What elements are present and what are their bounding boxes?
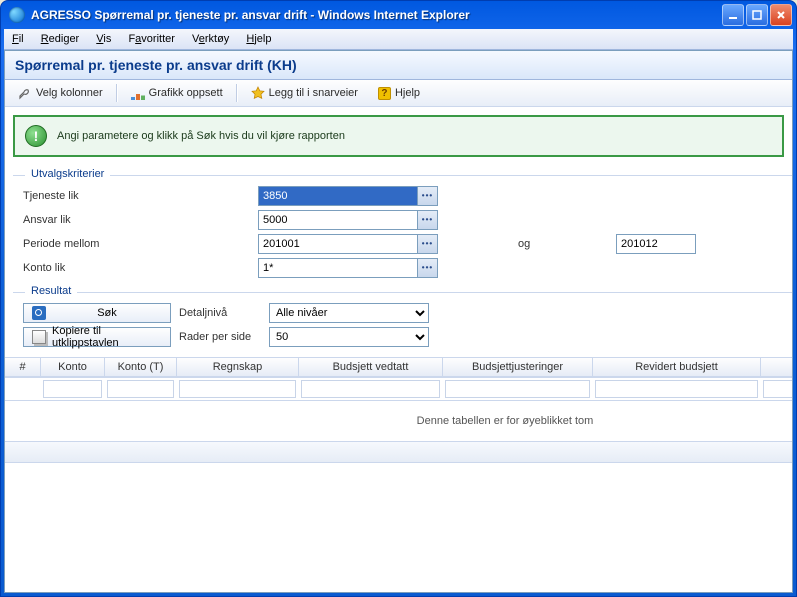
filter-forbruk[interactable]	[763, 380, 792, 398]
add-shortcut-label: Legg til i snarveier	[269, 87, 358, 99]
maximize-button[interactable]	[746, 4, 768, 26]
menu-favoritter[interactable]: Favoritter	[128, 33, 174, 45]
minimize-button[interactable]	[722, 4, 744, 26]
konto-label: Konto lik	[23, 262, 258, 274]
ellipsis-icon: •••	[422, 193, 433, 199]
menubar: Fil Rediger Vis Favoritter Verktøy Hjelp	[4, 29, 793, 50]
choose-columns-button[interactable]: Velg kolonner	[11, 83, 110, 103]
result-fieldset: Resultat Søk Detaljnivå Alle nivåer	[13, 292, 792, 349]
ellipsis-icon: •••	[422, 217, 433, 223]
wrench-icon	[18, 86, 32, 100]
column-budsjett-vedtatt[interactable]: Budsjett vedtatt	[299, 358, 443, 376]
periode-label: Periode mellom	[23, 238, 258, 250]
grid-footer: Agress	[5, 441, 792, 463]
filter-revidert-budsjett[interactable]	[595, 380, 758, 398]
grid-header: # Konto Konto (T) Regnskap Budsjett vedt…	[5, 357, 792, 377]
periode-to-input[interactable]	[616, 234, 696, 254]
column-regnskap[interactable]: Regnskap	[177, 358, 299, 376]
search-button-label: Søk	[52, 307, 162, 319]
result-row-2: Kopiere til utklippstavlen Rader per sid…	[13, 325, 792, 349]
page-title: Spørremal pr. tjeneste pr. ansvar drift …	[5, 51, 792, 80]
close-button[interactable]	[770, 4, 792, 26]
column-budsjettjusteringer[interactable]: Budsjettjusteringer	[443, 358, 593, 376]
result-grid: # Konto Konto (T) Regnskap Budsjett vedt…	[5, 357, 792, 463]
choose-columns-label: Velg kolonner	[36, 87, 103, 99]
info-text: Angi parametere og klikk på Søk hvis du …	[57, 130, 345, 142]
toolbar-separator	[116, 84, 118, 102]
og-label: og	[438, 238, 616, 250]
chart-icon	[131, 86, 145, 100]
column-konto-t[interactable]: Konto (T)	[105, 358, 177, 376]
help-icon: ?	[378, 87, 391, 100]
grid-empty-text: Denne tabellen er for øyeblikket tom	[5, 401, 792, 441]
ellipsis-icon: •••	[422, 241, 433, 247]
info-icon: !	[25, 125, 47, 147]
konto-input[interactable]	[258, 258, 418, 278]
chart-setup-button[interactable]: Grafikk oppsett	[124, 83, 230, 103]
tjeneste-input[interactable]	[258, 186, 418, 206]
konto-lookup-button[interactable]: •••	[418, 258, 438, 278]
menu-rediger[interactable]: Rediger	[41, 33, 80, 45]
detail-level-label: Detaljnivå	[179, 307, 261, 319]
ansvar-lookup-button[interactable]: •••	[418, 210, 438, 230]
criteria-fieldset: Utvalgskriterier Tjeneste lik ••• Ansvar…	[13, 175, 792, 280]
filter-konto-t[interactable]	[107, 380, 174, 398]
column-revidert-budsjett[interactable]: Revidert budsjett	[593, 358, 761, 376]
titlebar[interactable]: AGRESSO Spørremal pr. tjeneste pr. ansva…	[1, 1, 796, 29]
menu-vis[interactable]: Vis	[96, 33, 111, 45]
copy-icon	[32, 330, 46, 344]
ellipsis-icon: •••	[422, 265, 433, 271]
menu-fil[interactable]: Fil	[12, 33, 24, 45]
column-konto[interactable]: Konto	[41, 358, 105, 376]
copy-button-label: Kopiere til utklippstavlen	[52, 325, 162, 349]
add-shortcut-button[interactable]: Legg til i snarveier	[244, 83, 365, 103]
toolbar: Velg kolonner Grafikk oppsett Legg til i…	[5, 80, 792, 107]
star-icon	[251, 86, 265, 100]
periode-from-lookup-button[interactable]: •••	[418, 234, 438, 254]
menu-hjelp[interactable]: Hjelp	[246, 33, 271, 45]
search-icon	[32, 306, 46, 320]
ie-icon	[9, 7, 25, 23]
criteria-row-ansvar: Ansvar lik •••	[13, 208, 792, 232]
content-scroll[interactable]: Utvalgskriterier Tjeneste lik ••• Ansvar…	[5, 163, 792, 592]
periode-from-input[interactable]	[258, 234, 418, 254]
help-button[interactable]: ? Hjelp	[371, 84, 427, 103]
ansvar-input[interactable]	[258, 210, 418, 230]
rows-per-page-select[interactable]: 50	[269, 327, 429, 347]
search-button[interactable]: Søk	[23, 303, 171, 323]
rows-per-page-label: Rader per side	[179, 331, 261, 343]
window-title: AGRESSO Spørremal pr. tjeneste pr. ansva…	[31, 8, 470, 22]
tjeneste-lookup-button[interactable]: •••	[418, 186, 438, 206]
menu-verktoy[interactable]: Verktøy	[192, 33, 229, 45]
filter-konto[interactable]	[43, 380, 102, 398]
criteria-row-konto: Konto lik •••	[13, 256, 792, 280]
result-row-1: Søk Detaljnivå Alle nivåer	[13, 301, 792, 325]
copy-clipboard-button[interactable]: Kopiere til utklippstavlen	[23, 327, 171, 347]
grid-filter-row	[5, 377, 792, 401]
info-banner: ! Angi parametere og klikk på Søk hvis d…	[13, 115, 784, 157]
criteria-row-periode: Periode mellom ••• og	[13, 232, 792, 256]
criteria-row-tjeneste: Tjeneste lik •••	[13, 184, 792, 208]
ansvar-label: Ansvar lik	[23, 214, 258, 226]
column-num[interactable]: #	[5, 358, 41, 376]
filter-regnskap[interactable]	[179, 380, 296, 398]
detail-level-select[interactable]: Alle nivåer	[269, 303, 429, 323]
filter-budsjettjusteringer[interactable]	[445, 380, 590, 398]
column-forbruk[interactable]: Forbru	[761, 358, 792, 376]
tjeneste-label: Tjeneste lik	[23, 190, 258, 202]
result-legend: Resultat	[25, 285, 77, 297]
help-label: Hjelp	[395, 87, 420, 99]
filter-budsjett-vedtatt[interactable]	[301, 380, 440, 398]
toolbar-separator	[236, 84, 238, 102]
chart-setup-label: Grafikk oppsett	[149, 87, 223, 99]
criteria-legend: Utvalgskriterier	[25, 168, 110, 180]
